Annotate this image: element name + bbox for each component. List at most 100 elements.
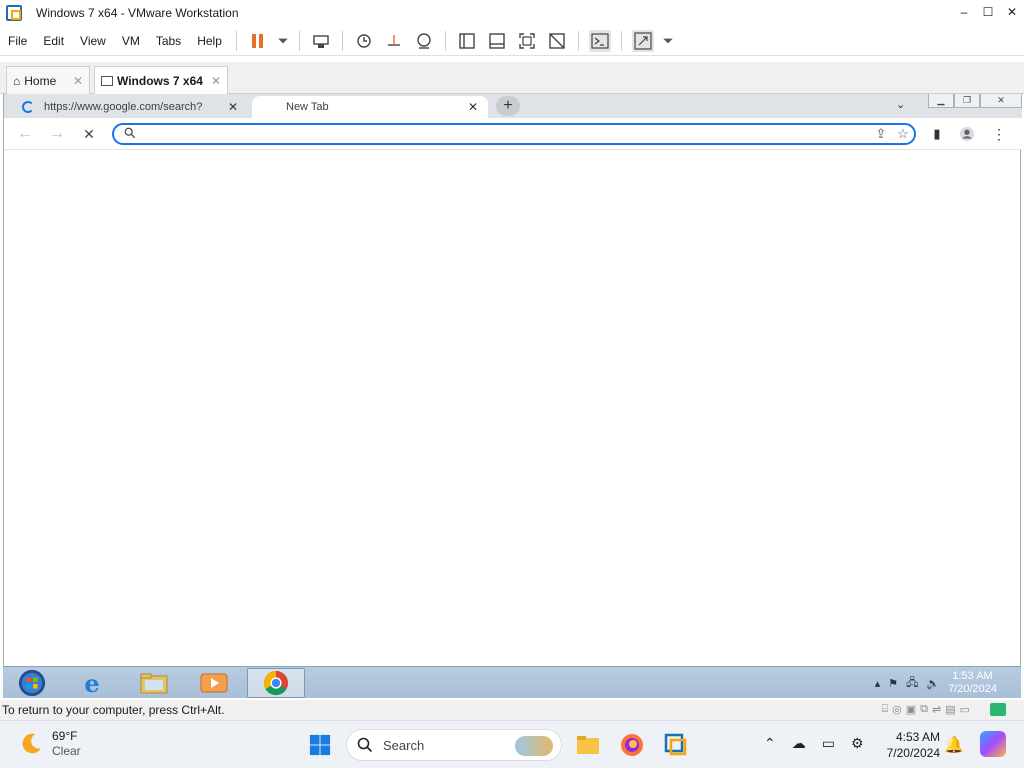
win11-taskbar: 69°F Clear Search ⌃ ☁ ▭ ⚙ 4:53 AM 7/20/2… — [0, 720, 1024, 768]
menu-edit[interactable]: Edit — [35, 34, 72, 48]
menu-view[interactable]: View — [72, 34, 114, 48]
suspend-icon[interactable] — [247, 30, 269, 52]
sound-icon[interactable]: ▤ — [945, 703, 955, 716]
maximize-button[interactable]: ☐ — [976, 0, 1000, 24]
profile-avatar-icon[interactable] — [956, 124, 978, 144]
chrome-tab-newtab[interactable]: New Tab ✕ — [252, 96, 488, 118]
stop-loading-icon[interactable]: ✕ — [78, 124, 100, 144]
back-icon[interactable]: ← — [14, 124, 36, 144]
side-panel-icon[interactable]: ▮ — [926, 124, 948, 144]
bookmark-star-icon[interactable]: ☆ — [892, 126, 914, 142]
onedrive-offline-icon[interactable]: ☁ — [792, 735, 806, 752]
device-status-icons: ⌸ ◎ ▣ ⧉ ⇌ ▤ ▭ — [881, 703, 970, 716]
windows-explorer-icon[interactable] — [125, 668, 183, 698]
show-hidden-icons-icon[interactable]: ⌃ — [764, 735, 776, 752]
network-adapter-icon[interactable]: ⧉ — [920, 703, 928, 716]
toolbar-separator — [577, 30, 579, 51]
stretch-guest-icon[interactable] — [631, 29, 654, 52]
revert-snapshot-icon[interactable] — [383, 30, 405, 52]
search-highlight-icon — [515, 736, 553, 756]
close-tab-icon[interactable]: ✕ — [211, 74, 221, 88]
chrome-minimize-icon[interactable]: ▁ — [928, 94, 954, 108]
message-log-icon[interactable] — [990, 703, 1006, 716]
tab-search-chevron-icon[interactable]: ⌄ — [896, 98, 905, 111]
tab-home-label: Home — [24, 73, 57, 88]
guest-screen[interactable]: https://www.google.com/search? ✕ New Tab… — [3, 94, 1022, 698]
chrome-restore-icon[interactable]: ❐ — [954, 94, 980, 108]
vmware-taskbar-icon[interactable] — [660, 729, 692, 761]
display-icon[interactable]: ▭ — [960, 703, 970, 716]
hdd-icon[interactable]: ⌸ — [881, 703, 888, 716]
toolbar-separator — [620, 30, 622, 51]
unity-icon[interactable] — [546, 30, 568, 52]
menu-dots-icon[interactable]: ⋮ — [988, 124, 1010, 144]
media-player-icon[interactable] — [185, 668, 243, 698]
new-tab-page — [4, 150, 1020, 666]
forward-icon[interactable]: → — [46, 124, 68, 144]
taskbar-search[interactable]: Search — [346, 729, 562, 761]
chrome-taskbar-icon[interactable] — [247, 668, 305, 698]
vmware-menubar: File Edit View VM Tabs Help — [0, 26, 1024, 56]
internet-explorer-icon[interactable]: e — [63, 668, 121, 698]
win7-taskbar: e ▴ ⚑ 🖧 🔈 1:53 AM 7/20/2024 — [3, 666, 1021, 698]
tab-windows7[interactable]: Windows 7 x64 ✕ — [94, 66, 228, 94]
address-input[interactable] — [146, 126, 870, 142]
chrome-tab-newtab-label: New Tab — [286, 101, 329, 113]
win11-clock[interactable]: 4:53 AM 7/20/2024 — [887, 729, 940, 761]
windows-start-icon[interactable] — [304, 729, 336, 761]
stretch-dropdown-icon[interactable] — [662, 30, 674, 52]
search-icon — [124, 127, 138, 142]
menu-vm[interactable]: VM — [114, 34, 148, 48]
weather-widget[interactable]: 69°F Clear — [18, 729, 81, 759]
close-tab-icon[interactable]: ✕ — [468, 100, 478, 114]
vmware-title-bar: Windows 7 x64 - VMware Workstation – ☐ ✕ — [0, 0, 1024, 26]
firefox-icon[interactable] — [616, 729, 648, 761]
action-center-flag-icon[interactable]: ⚑ — [888, 677, 898, 690]
toolbar-separator — [298, 30, 300, 51]
close-tab-icon[interactable]: ✕ — [73, 74, 83, 88]
floppy-icon[interactable]: ▣ — [906, 703, 916, 716]
file-explorer-icon[interactable] — [572, 729, 604, 761]
minimize-button[interactable]: – — [952, 0, 976, 24]
network-icon[interactable]: ⚙ — [851, 735, 864, 752]
copilot-icon[interactable] — [980, 731, 1006, 757]
search-label: Search — [383, 737, 425, 753]
weather-temp: 69°F — [52, 729, 78, 743]
cd-icon[interactable]: ◎ — [892, 703, 902, 716]
address-bar[interactable]: ⇪ ☆ — [112, 123, 916, 145]
snapshot-manager-icon[interactable] — [413, 30, 435, 52]
menu-help[interactable]: Help — [189, 34, 230, 48]
status-text: To return to your computer, press Ctrl+A… — [2, 703, 225, 717]
start-orb-icon[interactable] — [3, 668, 61, 698]
show-hidden-icons-icon[interactable]: ▴ — [875, 677, 881, 690]
power-dropdown-icon[interactable] — [277, 30, 289, 52]
notification-bell-icon[interactable]: 🔔 — [944, 735, 964, 755]
toolbar-separator — [341, 30, 343, 51]
close-tab-icon[interactable]: ✕ — [228, 100, 238, 114]
menu-file[interactable]: File — [0, 34, 35, 48]
close-button[interactable]: ✕ — [1000, 0, 1024, 24]
menu-tabs[interactable]: Tabs — [148, 34, 189, 48]
share-icon[interactable]: ⇪ — [870, 126, 892, 142]
vmware-logo-icon — [6, 5, 22, 21]
tab-windows7-label: Windows 7 x64 — [117, 73, 203, 88]
chrome-tab-google[interactable]: https://www.google.com/search? ✕ — [20, 96, 248, 118]
tab-home[interactable]: ⌂ Home ✕ — [6, 66, 90, 94]
console-view-icon[interactable] — [588, 29, 611, 52]
display-icon[interactable]: ▭ — [822, 735, 835, 752]
send-ctrl-alt-del-icon[interactable] — [310, 30, 332, 52]
usb-icon[interactable]: ⇌ — [932, 703, 941, 716]
toolbar-separator — [444, 30, 446, 51]
snapshot-icon[interactable] — [353, 30, 375, 52]
win7-clock-date: 7/20/2024 — [948, 683, 997, 695]
volume-icon[interactable]: 🔈 — [926, 677, 940, 690]
win7-clock[interactable]: 1:53 AM 7/20/2024 — [948, 670, 997, 696]
thumbnail-bar-icon[interactable] — [486, 30, 508, 52]
full-screen-icon[interactable] — [516, 30, 538, 52]
weather-desc: Clear — [52, 744, 81, 758]
chrome-close-icon[interactable]: ✕ — [980, 94, 1022, 108]
chrome-tab-strip: https://www.google.com/search? ✕ New Tab… — [4, 94, 1022, 118]
new-tab-button[interactable]: + — [496, 96, 520, 116]
network-icon[interactable]: 🖧 — [906, 674, 918, 693]
show-library-icon[interactable] — [456, 30, 478, 52]
